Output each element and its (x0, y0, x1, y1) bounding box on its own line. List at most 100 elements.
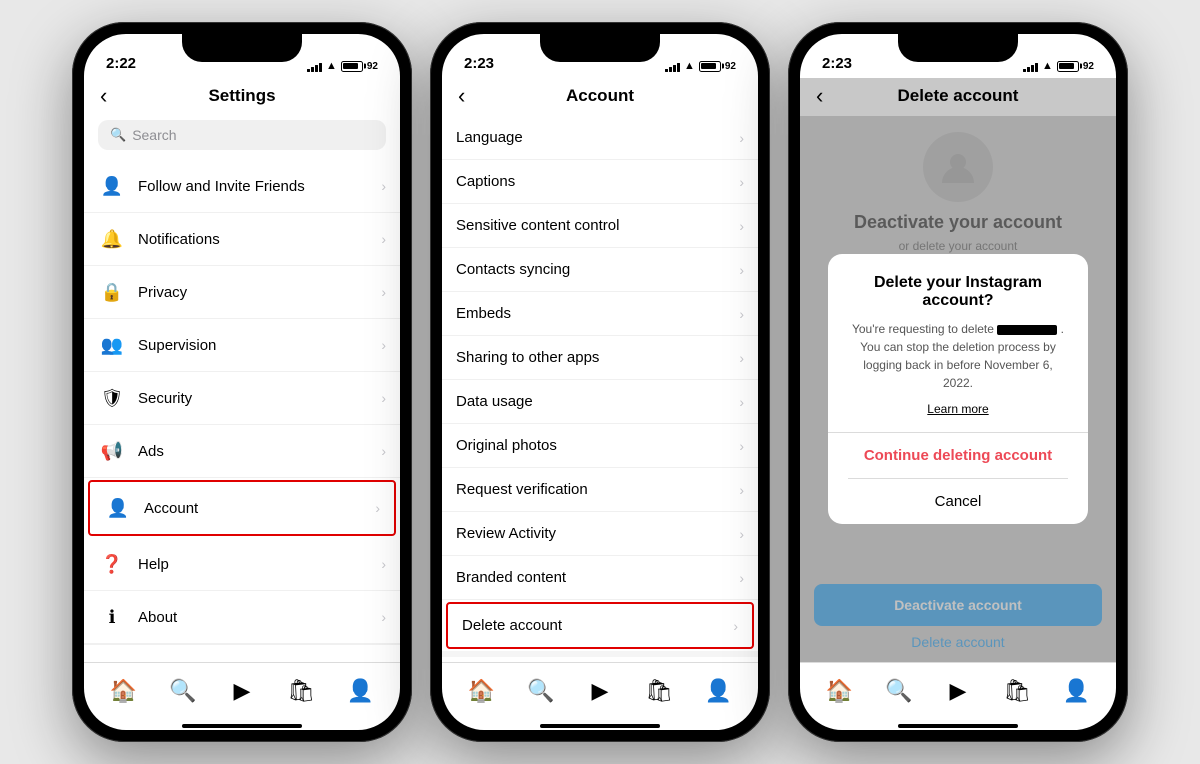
nav-profile-2[interactable]: 👤 (699, 672, 737, 710)
security-label: Security (138, 390, 381, 407)
chevron-original-photos: › (739, 438, 744, 454)
account-item-delete[interactable]: Delete account › (446, 602, 754, 649)
nav-home-3[interactable]: 🏠 (821, 672, 859, 710)
meta-section: ∞ Meta Accounts Center Control settings … (84, 644, 400, 662)
follow-label: Follow and Invite Friends (138, 178, 381, 195)
nav-reels-2[interactable]: ▶ (581, 672, 619, 710)
nav-search-2[interactable]: 🔍 (522, 672, 560, 710)
settings-item-privacy[interactable]: 🔒 Privacy › (84, 266, 400, 319)
account-item-review-activity[interactable]: Review Activity › (442, 512, 758, 556)
nav-header-delete: ‹ Delete account (800, 78, 1116, 116)
back-button-settings[interactable]: ‹ (100, 83, 107, 109)
about-label: About (138, 609, 381, 626)
nav-reels-3[interactable]: ▶ (939, 672, 977, 710)
account-item-branded[interactable]: Branded content › (442, 556, 758, 600)
nav-header-settings: ‹ Settings (84, 78, 400, 116)
ads-icon: 📢 (98, 437, 126, 465)
bottom-nav-3: 🏠 🔍 ▶ 🛍 👤 (800, 662, 1116, 718)
time-2: 2:23 (464, 55, 494, 72)
nav-search-1[interactable]: 🔍 (164, 672, 202, 710)
battery-pct-2: 92 (725, 61, 736, 72)
back-button-account[interactable]: ‹ (458, 83, 465, 109)
delete-account-label: Delete account (462, 617, 733, 634)
request-verify-label: Request verification (456, 481, 739, 498)
bottom-nav-2: 🏠 🔍 ▶ 🛍 👤 (442, 662, 758, 718)
signal-icon-2 (665, 61, 680, 72)
settings-item-ads[interactable]: 📢 Ads › (84, 425, 400, 478)
search-icon: 🔍 (110, 127, 126, 143)
nav-shop-1[interactable]: 🛍 (282, 672, 320, 710)
nav-home-1[interactable]: 🏠 (105, 672, 143, 710)
account-item-sensitive[interactable]: Sensitive content control › (442, 204, 758, 248)
settings-item-supervision[interactable]: 👥 Supervision › (84, 319, 400, 372)
home-indicator-2 (540, 724, 660, 728)
help-label: Help (138, 556, 381, 573)
chevron-notif: › (381, 231, 386, 247)
wifi-icon: ▲ (326, 60, 337, 72)
settings-item-security[interactable]: 🛡 Security › (84, 372, 400, 425)
original-photos-label: Original photos (456, 437, 739, 454)
signal-icon-3 (1023, 61, 1038, 72)
back-button-delete[interactable]: ‹ (816, 83, 823, 109)
chevron-about: › (381, 609, 386, 625)
status-icons-1: ▲ 92 (307, 60, 378, 72)
notifications-icon: 🔔 (98, 225, 126, 253)
learn-more-link[interactable]: Learn more (848, 402, 1067, 416)
chevron-review-activity: › (739, 526, 744, 542)
chevron-privacy: › (381, 284, 386, 300)
notifications-label: Notifications (138, 231, 381, 248)
chevron-account: › (375, 500, 380, 516)
cancel-button[interactable]: Cancel (848, 478, 1067, 524)
account-item-request-verify[interactable]: Request verification › (442, 468, 758, 512)
branded-label: Branded content (456, 569, 739, 586)
nav-home-2[interactable]: 🏠 (463, 672, 501, 710)
status-icons-3: ▲ 92 (1023, 60, 1094, 72)
dialog-overlay: Delete your Instagram account? You're re… (800, 116, 1116, 662)
continue-deleting-button[interactable]: Continue deleting account (848, 433, 1067, 478)
phone-settings: 2:22 ▲ 92 ‹ Settings 🔍 Search (72, 22, 412, 742)
account-item-contacts[interactable]: Contacts syncing › (442, 248, 758, 292)
account-item-sharing[interactable]: Sharing to other apps › (442, 336, 758, 380)
settings-screen: 🔍 Search 👤 Follow and Invite Friends › 🔔… (84, 116, 400, 718)
wifi-icon-3: ▲ (1042, 60, 1053, 72)
settings-item-follow[interactable]: 👤 Follow and Invite Friends › (84, 160, 400, 213)
follow-icon: 👤 (98, 172, 126, 200)
account-item-language[interactable]: Language › (442, 116, 758, 160)
nav-profile-3[interactable]: 👤 (1057, 672, 1095, 710)
account-title: Account (566, 86, 634, 106)
nav-search-3[interactable]: 🔍 (880, 672, 918, 710)
battery-icon (341, 61, 363, 72)
settings-title: Settings (208, 86, 275, 106)
settings-item-account[interactable]: 👤 Account › (88, 480, 396, 536)
privacy-icon: 🔒 (98, 278, 126, 306)
account-item-embeds[interactable]: Embeds › (442, 292, 758, 336)
privacy-label: Privacy (138, 284, 381, 301)
account-item-data-usage[interactable]: Data usage › (442, 380, 758, 424)
nav-shop-2[interactable]: 🛍 (640, 672, 678, 710)
account-item-original-photos[interactable]: Original photos › (442, 424, 758, 468)
chevron-branded: › (739, 570, 744, 586)
chevron-request-verify: › (739, 482, 744, 498)
settings-item-about[interactable]: ℹ About › (84, 591, 400, 644)
sharing-label: Sharing to other apps (456, 349, 739, 366)
battery-pct-3: 92 (1083, 61, 1094, 72)
search-bar[interactable]: 🔍 Search (98, 120, 386, 150)
nav-profile-1[interactable]: 👤 (341, 672, 379, 710)
delete-screen: Deactivate your account or delete your a… (800, 116, 1116, 662)
ads-label: Ads (138, 443, 381, 460)
chevron-supervision: › (381, 337, 386, 353)
home-indicator-1 (182, 724, 302, 728)
home-indicator-3 (898, 724, 1018, 728)
account-item-captions[interactable]: Captions › (442, 160, 758, 204)
account-screen: Language › Captions › Sensitive content … (442, 116, 758, 718)
review-activity-label: Review Activity (456, 525, 739, 542)
settings-item-help[interactable]: ❓ Help › (84, 538, 400, 591)
settings-item-notifications[interactable]: 🔔 Notifications › (84, 213, 400, 266)
time-1: 2:22 (106, 55, 136, 72)
nav-reels-1[interactable]: ▶ (223, 672, 261, 710)
about-icon: ℹ (98, 603, 126, 631)
security-icon: 🛡 (98, 384, 126, 412)
nav-shop-3[interactable]: 🛍 (998, 672, 1036, 710)
contacts-label: Contacts syncing (456, 261, 739, 278)
battery-pct: 92 (367, 61, 378, 72)
